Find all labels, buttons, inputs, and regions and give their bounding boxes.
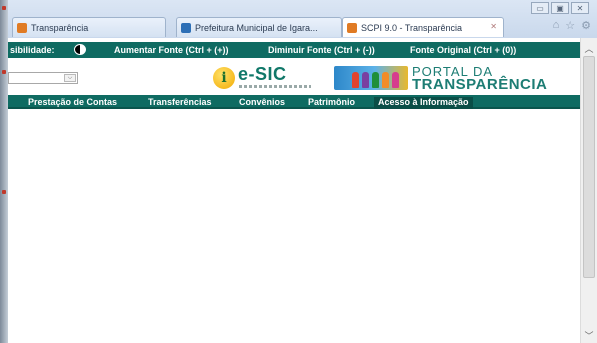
close-window-button[interactable]: ✕ [571,2,589,14]
scroll-thumb[interactable] [583,56,595,278]
web-page: sibilidade: Aumentar Fonte (Ctrl + (+)) … [8,38,580,343]
minimize-button[interactable]: ▭ [531,2,549,14]
esic-title: e-SIC [238,64,287,84]
decrease-font-link[interactable]: Diminuir Fonte (Ctrl + (-)) [268,45,375,55]
esic-logo[interactable]: i e-SIC [213,64,323,92]
contrast-label: sibilidade: [10,45,55,55]
home-icon[interactable]: ⌂ [553,19,560,32]
window-edge-marker [2,70,6,74]
vertical-scrollbar[interactable]: ︿ ﹀ [580,38,597,343]
person-figure [362,72,369,88]
chevron-down-icon[interactable]: ⌵ [64,74,76,82]
main-nav: Prestação de Contas Transferências Convê… [8,95,580,109]
page-favicon-icon [181,22,191,33]
tab-prefeitura[interactable]: Prefeitura Municipal de Igara... [176,17,342,37]
nav-item-prestacao-de-contas[interactable]: Prestação de Contas [28,97,117,107]
close-tab-icon[interactable]: ✕ [490,22,497,31]
person-figure [352,72,359,88]
page-favicon-icon [347,22,357,33]
entity-select[interactable]: ⌵ [8,72,78,84]
window-edge-marker [2,190,6,194]
window-edge [0,0,8,343]
tab-scpi[interactable]: SCPI 9.0 - Transparência ✕ [342,17,504,37]
maximize-button[interactable]: ▣ [551,2,569,14]
scroll-up-icon[interactable]: ︿ [581,42,597,54]
scroll-down-icon[interactable]: ﹀ [581,329,597,341]
esic-subtitle-line [239,85,311,88]
person-figure [372,72,379,88]
window-controls: ▭ ▣ ✕ [531,2,589,14]
person-figure [382,72,389,88]
browser-tab-bar: Transparência Prefeitura Municipal de Ig… [8,0,597,38]
nav-item-convenios[interactable]: Convênios [239,97,285,107]
tab-label: SCPI 9.0 - Transparência [361,22,463,33]
favorites-star-icon[interactable]: ☆ [565,19,575,32]
tab-transparencia[interactable]: Transparência [12,17,166,37]
portal-people-illustration [334,66,408,90]
browser-toolbar-icons: ⌂ ☆ ⚙ [553,19,591,32]
nav-item-patrimonio[interactable]: Patrimônio [308,97,355,107]
info-badge-icon: i [213,67,235,89]
settings-gear-icon[interactable]: ⚙ [581,19,591,32]
nav-item-transferencias[interactable]: Transferências [148,97,212,107]
increase-font-link[interactable]: Aumentar Fonte (Ctrl + (+)) [114,45,229,55]
portal-title-line2: TRANSPARÊNCIA [412,76,548,93]
page-favicon-icon [17,22,27,33]
accessibility-bar: sibilidade: Aumentar Fonte (Ctrl + (+)) … [8,42,580,58]
window-edge-marker [2,6,6,10]
nav-item-acesso-a-informacao[interactable]: Acesso à Informação [374,97,473,109]
contrast-toggle-icon[interactable] [74,44,86,55]
original-font-link[interactable]: Fonte Original (Ctrl + (0)) [410,45,516,55]
person-figure [392,72,399,88]
tab-label: Prefeitura Municipal de Igara... [195,22,318,33]
tab-label: Transparência [31,22,89,33]
